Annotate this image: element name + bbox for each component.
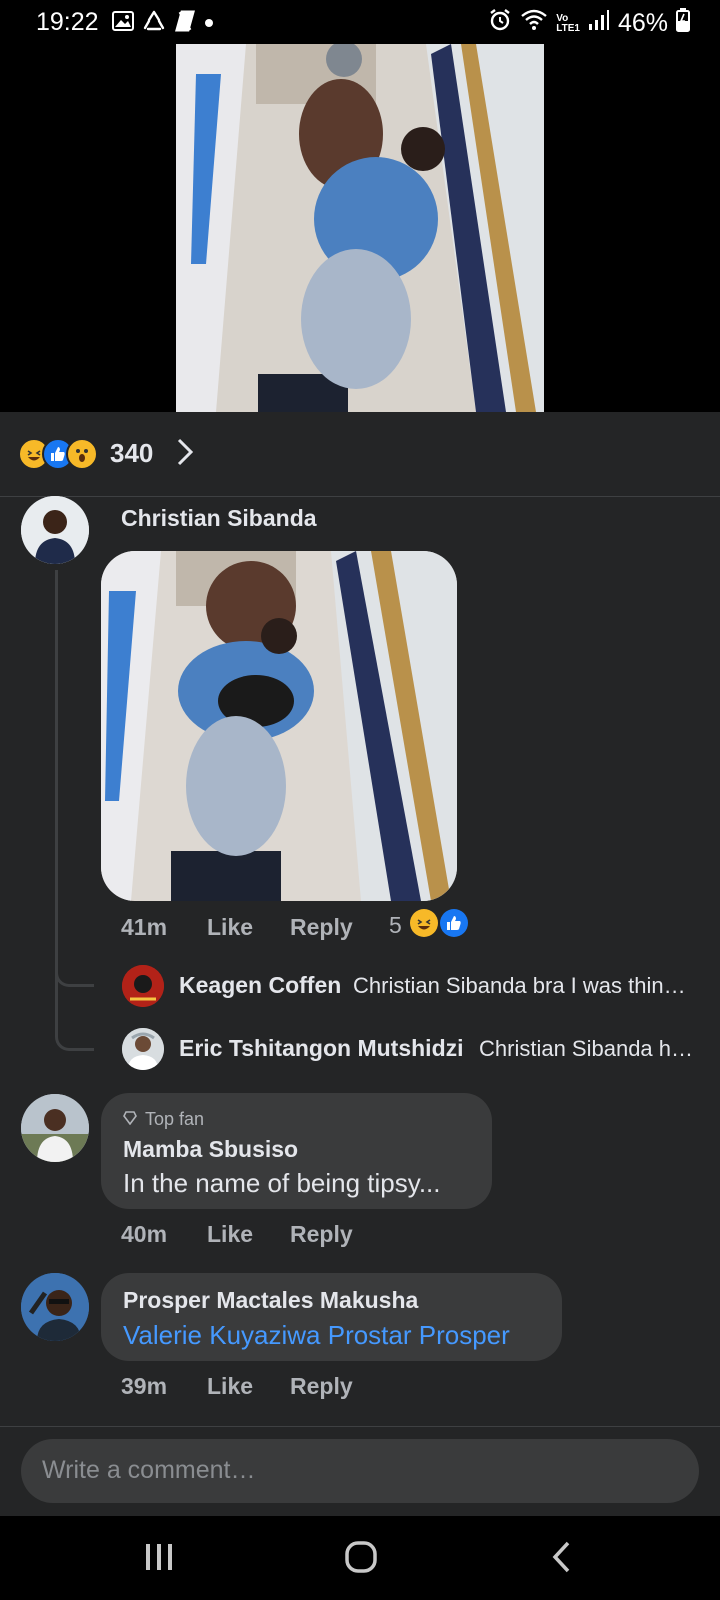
reply-author[interactable]: Eric Tshitangon Mutshidzi bbox=[179, 1035, 464, 1062]
battery-icon bbox=[676, 8, 690, 39]
avatar[interactable] bbox=[21, 496, 89, 564]
reply-text: Christian Sibanda bra I was thin… bbox=[353, 973, 686, 998]
avatar[interactable] bbox=[21, 1273, 89, 1341]
mention-link[interactable]: Valerie Kuyaziwa Prostar Prosper bbox=[123, 1320, 510, 1351]
reply-button[interactable]: Reply bbox=[290, 914, 353, 941]
alarm-icon bbox=[488, 8, 512, 39]
thread-branch bbox=[55, 984, 94, 1051]
thread-line bbox=[55, 570, 58, 984]
reactions-summary[interactable]: 340 bbox=[0, 412, 720, 497]
volte-icon: Vo LTE1 bbox=[556, 12, 580, 34]
haha-reaction-icon bbox=[410, 909, 438, 937]
system-nav-bar bbox=[0, 1516, 720, 1600]
comment-image[interactable] bbox=[101, 551, 457, 901]
avatar[interactable] bbox=[21, 1094, 89, 1162]
reply-text: Christian Sibanda h… bbox=[479, 1036, 694, 1061]
recycle-icon bbox=[142, 10, 166, 37]
comment-time: 39m bbox=[121, 1373, 168, 1399]
badge-label: Top fan bbox=[145, 1109, 205, 1129]
comment-input-placeholder: Write a comment… bbox=[42, 1456, 256, 1484]
back-icon[interactable] bbox=[550, 1540, 572, 1579]
comment-time: 41m bbox=[121, 914, 168, 940]
avatar[interactable] bbox=[122, 1028, 164, 1070]
home-icon[interactable] bbox=[344, 1540, 378, 1579]
like-reaction-icon bbox=[440, 909, 468, 937]
reply-button[interactable]: Reply bbox=[290, 1373, 353, 1400]
diamond-icon bbox=[123, 1109, 137, 1130]
top-fan-badge: Top fan bbox=[123, 1109, 204, 1130]
comment-author[interactable]: Mamba Sbusiso bbox=[123, 1136, 298, 1163]
avatar[interactable] bbox=[122, 965, 164, 1007]
wow-reaction-icon bbox=[66, 438, 98, 470]
reply-author[interactable]: Keagen Coffen bbox=[179, 972, 341, 999]
reaction-icons bbox=[18, 438, 98, 470]
video-thumbnail[interactable] bbox=[176, 44, 544, 412]
comment-time: 40m bbox=[121, 1221, 168, 1247]
post-video[interactable] bbox=[0, 44, 720, 412]
wifi-icon bbox=[520, 9, 548, 38]
battery-percent: 46% bbox=[617, 9, 668, 37]
comment-reaction-count[interactable]: 5 bbox=[389, 912, 402, 939]
netflix-icon bbox=[174, 10, 196, 37]
like-button[interactable]: Like bbox=[207, 1221, 253, 1248]
gallery-icon bbox=[112, 11, 134, 36]
signal-icon bbox=[588, 9, 610, 38]
comment-composer-bar: Write a comment… bbox=[0, 1426, 720, 1517]
status-bar: 19:22 Vo LTE1 46% bbox=[0, 0, 720, 44]
reaction-count: 340 bbox=[110, 438, 154, 468]
comment-input[interactable]: Write a comment… bbox=[21, 1439, 699, 1503]
like-button[interactable]: Like bbox=[207, 1373, 253, 1400]
dot-icon bbox=[204, 15, 214, 33]
reply-row[interactable]: Keagen Coffen Christian Sibanda bra I wa… bbox=[179, 972, 704, 1004]
comment-bubble[interactable]: Top fan Mamba Sbusiso In the name of bei… bbox=[101, 1093, 492, 1209]
comment-author[interactable]: Prosper Mactales Makusha bbox=[123, 1287, 418, 1314]
comment-text: In the name of being tipsy... bbox=[123, 1168, 441, 1198]
recent-apps-icon[interactable] bbox=[144, 1542, 174, 1577]
comment-author[interactable]: Christian Sibanda bbox=[121, 505, 317, 532]
comment-bubble[interactable]: Prosper Mactales Makusha Valerie Kuyaziw… bbox=[101, 1273, 562, 1361]
chevron-right-icon[interactable] bbox=[175, 436, 195, 473]
reply-button[interactable]: Reply bbox=[290, 1221, 353, 1248]
status-time: 19:22 bbox=[36, 8, 99, 36]
reply-row[interactable]: Eric Tshitangon Mutshidzi Christian Siba… bbox=[179, 1035, 704, 1067]
like-button[interactable]: Like bbox=[207, 914, 253, 941]
